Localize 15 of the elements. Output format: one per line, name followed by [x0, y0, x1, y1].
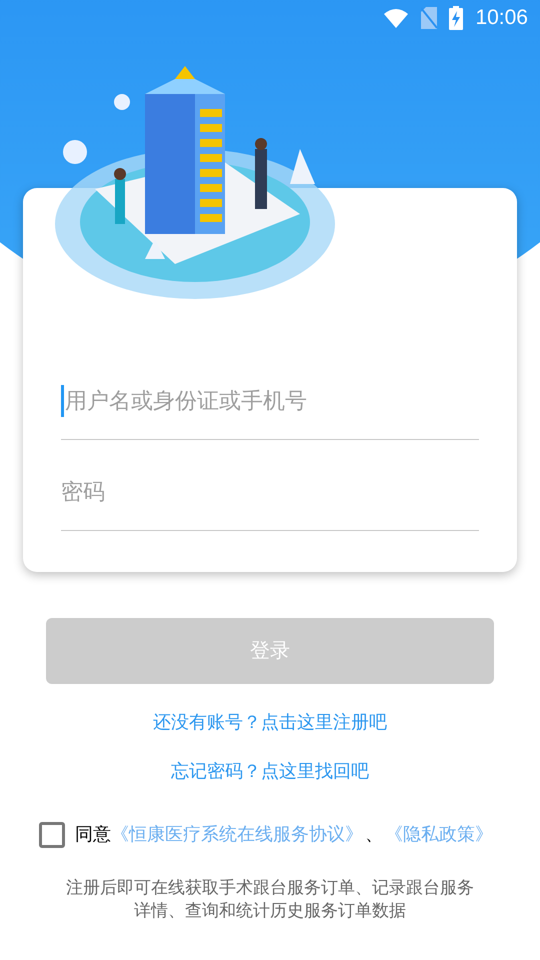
agreement-label: 同意: [75, 823, 111, 846]
no-sim-icon: [421, 7, 438, 29]
service-agreement-link[interactable]: 《恒康医疗系统在线服务协议》: [111, 821, 363, 848]
text-cursor: [61, 384, 64, 416]
agreement-checkbox[interactable]: [39, 822, 65, 848]
username-field[interactable]: 用户名或身份证或手机号: [61, 368, 479, 440]
registration-note: 注册后即可在线获取手术跟台服务订单、记录跟台服务详情、查询和统计历史服务订单数据: [65, 877, 475, 922]
forgot-password-link[interactable]: 忘记密码？点这里找回吧: [171, 758, 369, 785]
battery-charging-icon: [449, 6, 464, 30]
register-link[interactable]: 还没有账号？点击这里注册吧: [153, 709, 387, 736]
password-field[interactable]: 密码: [61, 440, 479, 531]
wifi-icon: [383, 8, 410, 28]
clock-time: 10:06: [475, 5, 528, 32]
separator: 、: [365, 823, 383, 846]
privacy-policy-link[interactable]: 《隐私政策》: [385, 821, 493, 848]
